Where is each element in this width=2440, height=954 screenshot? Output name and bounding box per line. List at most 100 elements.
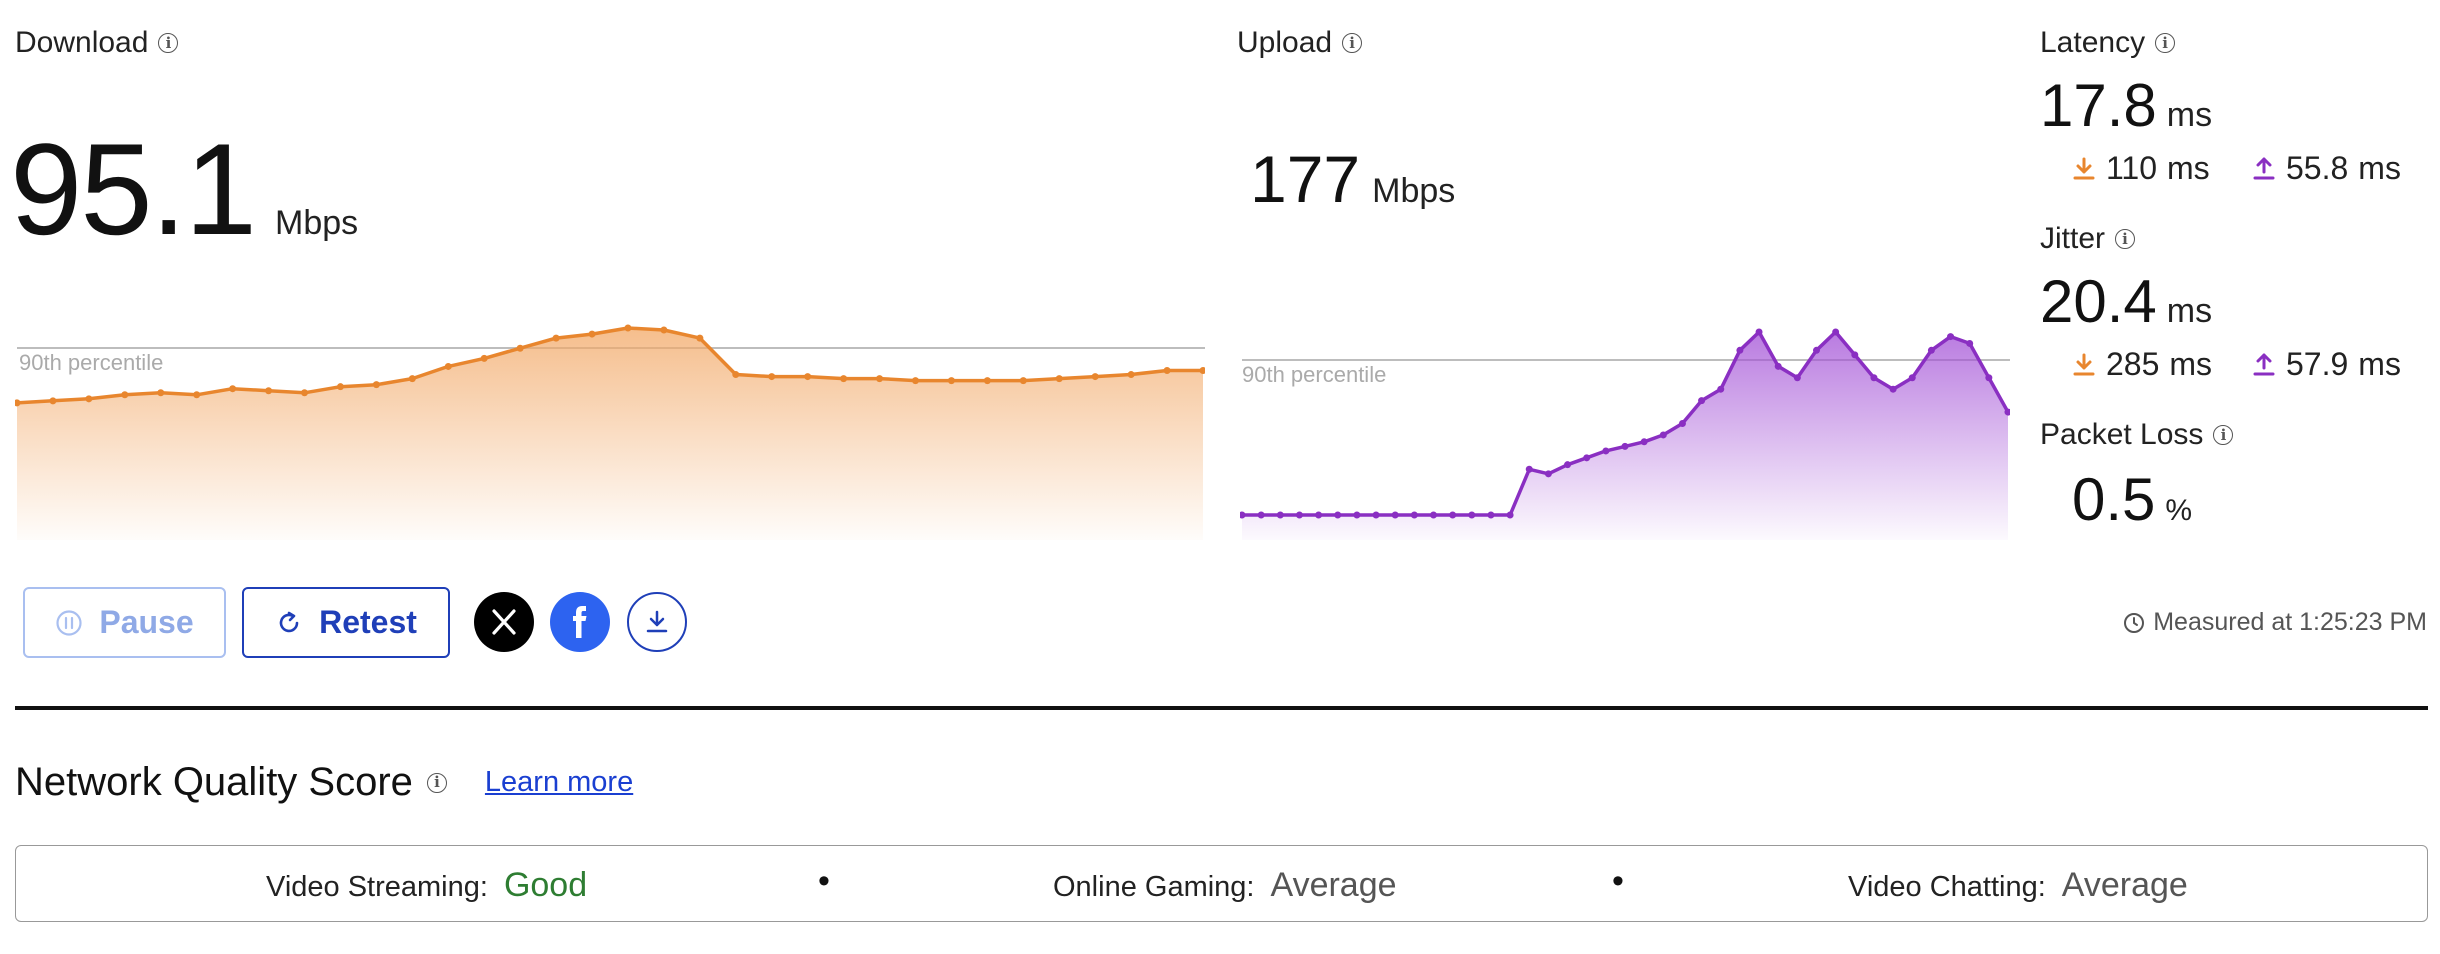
download-header: Download i <box>15 26 179 60</box>
jitter-unit: ms <box>2166 292 2213 330</box>
series-point <box>1468 511 1476 519</box>
jitter-value: 20.4 <box>2040 268 2157 335</box>
series-point <box>660 326 668 334</box>
upload-arrow-icon <box>2253 157 2275 179</box>
series-point <box>1372 511 1380 519</box>
network-quality-box: Video Streaming: Good • Online Gaming: A… <box>15 845 2428 922</box>
learn-more-link[interactable]: Learn more <box>485 766 633 799</box>
series-point <box>696 334 704 342</box>
series-point <box>588 330 596 338</box>
latency-value: 17.8 <box>2040 72 2157 139</box>
download-arrow-icon <box>2073 157 2095 179</box>
series-point <box>1019 377 1027 385</box>
share-x-button[interactable] <box>474 592 534 652</box>
series-point <box>1698 397 1706 405</box>
series-point <box>1851 351 1859 359</box>
series-point <box>157 389 165 397</box>
latency-info-icon[interactable]: i <box>2155 33 2176 53</box>
share-facebook-button[interactable] <box>550 592 610 652</box>
series-point <box>1678 420 1686 427</box>
upload-unit: Mbps <box>1372 172 1456 210</box>
series-point <box>768 373 776 381</box>
jitter-upload-unit: ms <box>2358 346 2401 382</box>
series-point <box>732 371 740 379</box>
pause-button[interactable]: Pause <box>23 587 226 658</box>
jitter-upload-row: 57.9 ms <box>2252 346 2401 383</box>
series-point <box>876 375 884 383</box>
save-results-button[interactable] <box>627 592 687 652</box>
latency-download-row: 110 ms <box>2072 150 2210 187</box>
series-point <box>1544 470 1552 478</box>
jitter-download-value: 285 <box>2106 346 2160 382</box>
upload-info-icon[interactable]: i <box>1342 33 1363 53</box>
refresh-icon <box>279 611 299 632</box>
series-point <box>1487 511 1495 519</box>
series-point <box>1640 438 1648 446</box>
download-value: 95.1 <box>10 116 257 262</box>
latency-download-unit: ms <box>2167 150 2210 186</box>
network-quality-info-icon[interactable]: i <box>426 772 447 793</box>
jitter-result: 20.4 ms <box>2040 272 2212 332</box>
jitter-download-row: 285 ms <box>2072 346 2212 383</box>
packet-loss-header: Packet Loss i <box>2040 418 2234 452</box>
latency-upload-value: 55.8 <box>2286 150 2349 186</box>
clock-icon <box>2124 612 2145 633</box>
series-point <box>1659 431 1667 439</box>
download-unit: Mbps <box>275 204 359 242</box>
online-gaming-value: Average <box>1270 866 1397 904</box>
series-point <box>1985 374 1993 382</box>
measured-text: Measured at 1:25:23 PM <box>2153 608 2427 636</box>
upload-result: 177 Mbps <box>1250 146 1455 212</box>
measured-at: Measured at 1:25:23 PM <box>2123 608 2427 637</box>
upload-arrow-icon <box>2253 353 2275 375</box>
series-point <box>229 385 237 393</box>
series-point <box>480 354 488 362</box>
series-point <box>911 377 919 385</box>
series-point <box>1391 511 1399 519</box>
separator-dot: • <box>1612 862 1624 900</box>
series-point <box>1334 511 1342 519</box>
packet-loss-unit: % <box>2165 494 2193 527</box>
video-chatting-score: Video Chatting: Average <box>1848 866 2188 905</box>
upload-header: Upload i <box>1237 26 1363 60</box>
series-point <box>1870 374 1878 382</box>
jitter-info-icon[interactable]: i <box>2115 229 2136 249</box>
series-point <box>840 375 848 383</box>
online-gaming-score: Online Gaming: Average <box>1053 866 1397 905</box>
pause-icon <box>56 609 82 636</box>
upload-chart: 90th percentile <box>1240 328 2010 540</box>
packet-loss-info-icon[interactable]: i <box>2213 425 2234 445</box>
series-point <box>1908 374 1916 382</box>
series-point <box>1621 442 1629 450</box>
jitter-upload-value: 57.9 <box>2286 346 2349 382</box>
series-point <box>1813 346 1820 354</box>
series-point <box>1353 511 1361 519</box>
series-point <box>121 391 129 399</box>
series-point <box>301 389 309 397</box>
separator-dot: • <box>818 862 830 900</box>
latency-unit: ms <box>2166 96 2213 134</box>
series-point <box>1583 454 1591 462</box>
video-streaming-label: Video Streaming: <box>266 871 488 903</box>
series-point <box>1564 461 1572 469</box>
series-point <box>1295 511 1303 519</box>
packet-loss-result: 0.5 % <box>2072 470 2192 530</box>
series-point <box>1449 511 1457 519</box>
latency-result: 17.8 ms <box>2040 76 2212 136</box>
series-point <box>1755 328 1763 336</box>
series-point <box>1774 362 1782 370</box>
series-point <box>1927 346 1935 354</box>
series-point <box>552 334 560 342</box>
facebook-icon <box>573 606 587 638</box>
series-point <box>1602 447 1610 455</box>
jitter-label: Jitter <box>2040 222 2106 255</box>
series-point <box>1410 511 1418 519</box>
section-divider <box>15 706 2428 710</box>
series-point <box>336 383 344 391</box>
retest-button[interactable]: Retest <box>242 587 450 658</box>
latency-label: Latency <box>2040 26 2146 59</box>
series-point <box>85 395 93 403</box>
series-point <box>516 344 524 352</box>
download-info-icon[interactable]: i <box>158 33 179 53</box>
series-point <box>1091 373 1099 381</box>
